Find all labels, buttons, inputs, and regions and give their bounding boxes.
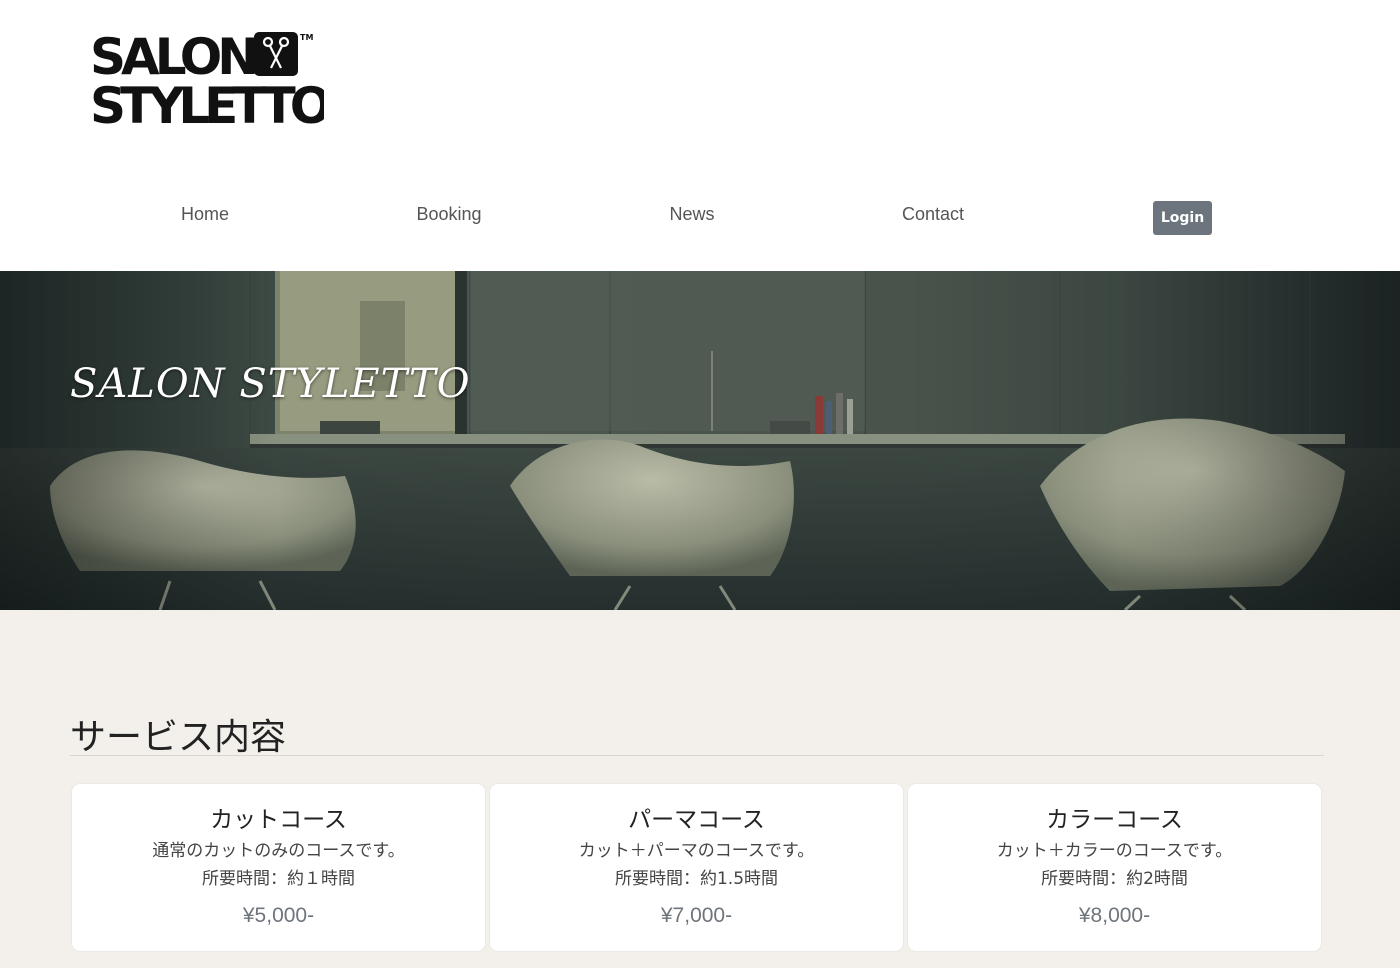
heading-divider (70, 755, 1324, 756)
nav-booking-link[interactable]: Booking (399, 196, 499, 232)
hero-title: SALON STYLETTO (70, 361, 471, 407)
scissors-icon-box (254, 32, 298, 76)
service-card-description: カット＋カラーのコースです。 (996, 841, 1233, 861)
nav-contact-link[interactable]: Contact (883, 196, 983, 232)
service-card-perm: パーマコース カット＋パーマのコースです。 所要時間：約1.5時間 ¥7,000… (490, 784, 903, 951)
logo-line2: STYLETTO (90, 77, 324, 128)
service-card-title: カットコース (210, 807, 347, 833)
main-navigation: Home Booking News Contact Login (0, 196, 1400, 236)
service-card-title: カラーコース (1046, 807, 1183, 833)
salon-styletto-logo[interactable]: SALON TM STYLETTO (88, 26, 324, 128)
services-heading: サービス内容 (70, 717, 287, 758)
login-button[interactable]: Login (1153, 201, 1212, 235)
nav-news-link[interactable]: News (642, 196, 742, 232)
salon-interior-image (0, 271, 1400, 610)
services-section: サービス内容 カットコース 通常のカットのみのコースです。 所要時間：約１時間 … (0, 610, 1400, 968)
service-card-description: 通常のカットのみのコースです。 (152, 841, 405, 861)
hero-banner: SALON STYLETTO (0, 271, 1400, 610)
service-card-price: ¥5,000- (242, 904, 315, 927)
service-card-description: カット＋パーマのコースです。 (578, 841, 815, 861)
service-card-color: カラーコース カット＋カラーのコースです。 所要時間：約2時間 ¥8,000- (908, 784, 1321, 951)
nav-home-link[interactable]: Home (155, 196, 255, 232)
service-card-duration: 所要時間：約1.5時間 (614, 869, 779, 889)
service-card-cut: カットコース 通常のカットのみのコースです。 所要時間：約１時間 ¥5,000- (72, 784, 485, 951)
site-header: SALON TM STYLETTO Home Booking News Cont… (0, 0, 1400, 271)
service-card-price: ¥7,000- (660, 904, 733, 927)
service-card-duration: 所要時間：約１時間 (202, 869, 355, 889)
trademark-label: TM (300, 33, 313, 42)
service-card-duration: 所要時間：約2時間 (1041, 869, 1188, 889)
service-card-price: ¥8,000- (1078, 904, 1151, 927)
service-card-title: パーマコース (628, 807, 765, 833)
